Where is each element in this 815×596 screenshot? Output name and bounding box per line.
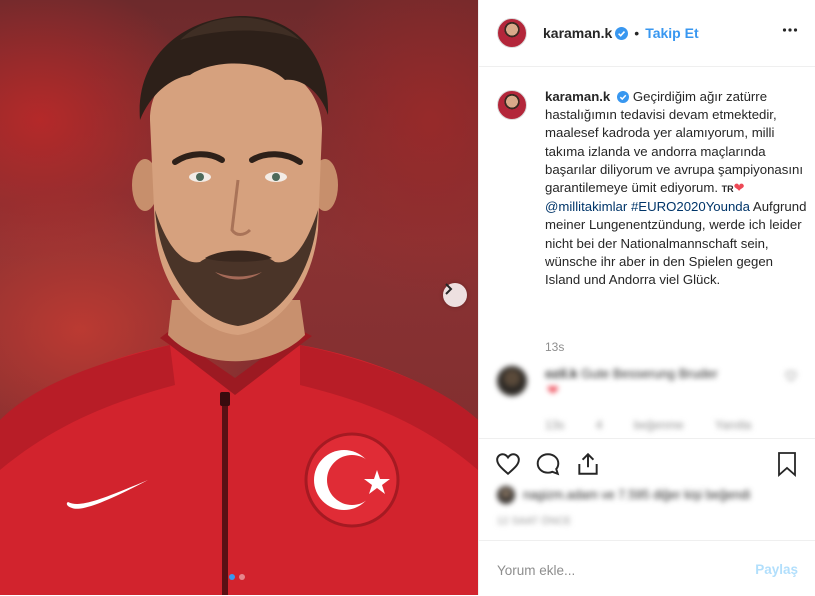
post-photo[interactable] [0, 0, 478, 595]
avatar[interactable] [497, 18, 527, 48]
caption-timestamp: 13s [545, 340, 565, 354]
post-comment-button[interactable]: Paylaş [755, 562, 798, 577]
verified-badge-icon [615, 26, 629, 40]
username-link[interactable]: karaman.k [543, 25, 612, 41]
next-slide-button[interactable] [443, 283, 467, 307]
hashtag-link[interactable]: #EURO2020Younda [631, 199, 750, 214]
caption-text: karaman.k Geçirdiğim ağır zatürre hastal… [545, 88, 807, 289]
liker-avatar[interactable] [497, 486, 515, 504]
heart-emoji: ❤ [733, 180, 745, 196]
comment-meta: 13s 4 beğenme Yanıtla [545, 418, 751, 432]
comment-heart-emoji: ❤ [547, 382, 559, 398]
caption-avatar[interactable] [497, 90, 527, 120]
carousel-dot [239, 574, 245, 580]
likes-text[interactable]: nagizm.adam ve 7.595 diğer kişi beğendi [523, 488, 750, 502]
comment-box: Paylaş [479, 540, 815, 596]
follow-button[interactable]: Takip Et [645, 25, 698, 41]
post-details-panel: karaman.k • Takip Et karaman.k Geçirdiği… [478, 0, 815, 595]
likes-summary: nagizm.adam ve 7.595 diğer kişi beğendi [497, 486, 797, 506]
mention-link[interactable]: @millitakimlar [545, 199, 627, 214]
post-date: 12 SAAT ÖNCE [497, 516, 572, 527]
heart-outline-icon[interactable] [495, 451, 521, 477]
share-icon[interactable] [575, 451, 601, 477]
post-header: karaman.k • Takip Et [479, 0, 815, 67]
comment-likes[interactable]: 4 beğenme [596, 418, 684, 432]
separator-dot: • [634, 25, 640, 41]
carousel-dot-active [229, 574, 235, 580]
speech-bubble-icon[interactable] [535, 451, 561, 477]
comment-item: ozil.k Gute Besserung Bruder ❤ 13s 4 beğ… [497, 362, 797, 442]
bookmark-icon[interactable] [775, 451, 799, 477]
ellipsis-icon[interactable] [782, 22, 798, 38]
comment-input[interactable] [495, 557, 739, 583]
caption-text-tr: Geçirdiğim ağır zatürre hastalığımın ted… [545, 89, 804, 196]
flag-tr: TR [721, 184, 734, 195]
action-bar [479, 438, 815, 487]
comment-line: ozil.k Gute Besserung Bruder [545, 366, 718, 381]
caption-username[interactable]: karaman.k [545, 89, 610, 104]
heart-outline-icon[interactable] [785, 370, 797, 382]
comment-avatar[interactable] [497, 366, 527, 396]
comment-text: Gute Besserung Bruder [581, 366, 718, 381]
chevron-right-icon [445, 283, 453, 295]
comment-time: 13s [545, 418, 565, 432]
comment-username[interactable]: ozil.k [545, 366, 578, 381]
carousel-indicator [229, 574, 245, 580]
photo-illustration [0, 15, 478, 595]
verified-badge-icon [617, 91, 630, 103]
reply-button[interactable]: Yanıtla [715, 418, 751, 432]
